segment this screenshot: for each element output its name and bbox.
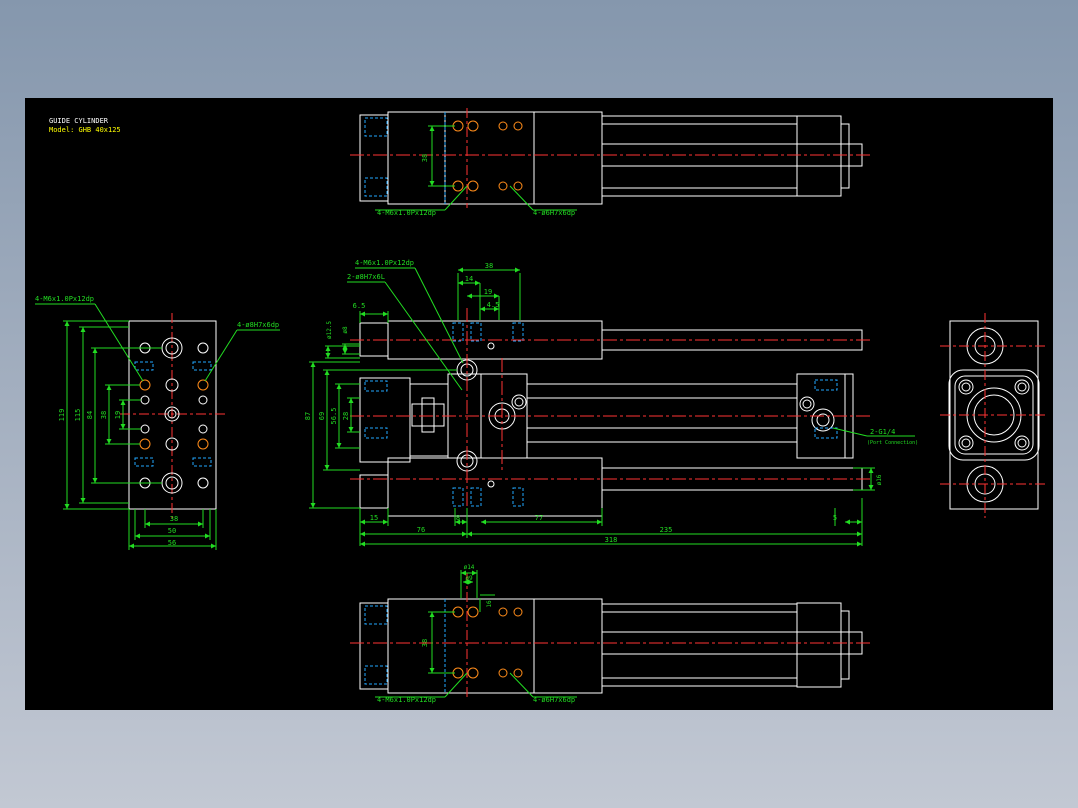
front-dim-318: 318	[605, 536, 618, 544]
top-pin-hole	[513, 121, 523, 131]
top-tap-callout: 4-M6x1.0Px12dp	[377, 209, 436, 217]
left-pin-hole	[197, 477, 209, 489]
left-tap-hole	[197, 379, 209, 391]
top-dim-38: 38	[421, 154, 429, 162]
port-note: (Port Connection)	[867, 440, 918, 446]
bottom-pin-hole	[513, 607, 523, 617]
front-dim-8: 8	[456, 514, 460, 522]
left-dim-56: 56	[168, 539, 176, 547]
left-dim-115: 115	[74, 409, 82, 422]
left-dim-50: 50	[168, 527, 176, 535]
left-pin-hole	[197, 342, 209, 354]
bottom-pin-callout: 4-ø6H7x6dp	[533, 696, 575, 704]
front-dim-77: 77	[535, 514, 543, 522]
front-fitting	[511, 394, 527, 410]
front-dim-4-5: 4.5	[487, 301, 500, 309]
front-dim-15: 15	[370, 514, 378, 522]
model-label: Model: GHB 40x125	[49, 126, 121, 134]
left-dim-19: 19	[114, 411, 122, 419]
bottom-dim-d9: ø9	[465, 575, 473, 582]
front-view: 4-M6x1.0Px12dp 2-ø8H7x6L 38 14 19 4.5 6.…	[304, 259, 918, 547]
bottom-pin-hole	[513, 668, 523, 678]
top-pin-hole	[498, 121, 508, 131]
left-tap-hole	[139, 379, 151, 391]
left-pin-callout: 4-ø8H7x6dp	[237, 321, 279, 329]
bottom-pin-hole	[498, 607, 508, 617]
front-dim-87: 87	[304, 412, 312, 420]
top-tap-hole	[467, 120, 479, 132]
top-tap-hole	[467, 180, 479, 192]
front-dim-d12-5: ø12.5	[326, 321, 333, 339]
front-dim-5: 5	[833, 514, 837, 522]
front-dim-56-5: 56.5	[330, 408, 338, 425]
front-dim-19: 19	[484, 288, 492, 296]
front-dim-6-5: 6.5	[353, 302, 366, 310]
front-tap-callout: 4-M6x1.0Px12dp	[355, 259, 414, 267]
front-dim-235: 235	[660, 526, 673, 534]
front-dim-28: 28	[342, 412, 350, 420]
top-pin-callout: 4-ø6H7x6dp	[533, 209, 575, 217]
top-pin-hole	[513, 181, 523, 191]
left-view: 4-M6x1.0Px12dp 4-ø8H7x6dp 119 115 84 38 …	[35, 295, 280, 550]
bottom-view: ø14 ø9 16 38 4-M6x1.0Px12dp 4-ø6H7x6dp	[350, 564, 870, 704]
title-block: GUIDE CYLINDER Model: GHB 40x125	[49, 117, 121, 134]
bottom-dim-d14: ø14	[464, 564, 475, 571]
left-dim-38-bottom: 38	[170, 515, 178, 523]
left-dim-119: 119	[58, 409, 66, 422]
left-tap-hole	[139, 438, 151, 450]
drawing-title: GUIDE CYLINDER	[49, 117, 109, 125]
front-dim-69: 69	[318, 412, 326, 420]
front-dim-d8: ø8	[342, 326, 349, 334]
bottom-tap-hole	[467, 667, 479, 679]
bottom-tap-hole	[467, 606, 479, 618]
right-view	[940, 313, 1047, 518]
left-dim-84: 84	[86, 411, 94, 419]
bottom-dim-38: 38	[421, 639, 429, 647]
front-dim-14: 14	[465, 275, 473, 283]
bottom-dim-16: 16	[486, 600, 493, 608]
left-dim-38: 38	[100, 411, 108, 419]
top-pin-hole	[498, 181, 508, 191]
top-view: 38 4-M6x1.0Px12dp 4-ø6H7x6dp	[350, 108, 870, 217]
bottom-pin-hole	[498, 668, 508, 678]
front-dim-76: 76	[417, 526, 425, 534]
left-tap-callout: 4-M6x1.0Px12dp	[35, 295, 94, 303]
front-pin-callout: 2-ø8H7x6L	[347, 273, 385, 281]
port-callout: 2-G1/4	[870, 428, 895, 436]
left-tap-hole	[197, 438, 209, 450]
bottom-tap-callout: 4-M6x1.0Px12dp	[377, 696, 436, 704]
front-dim-d16: ø16	[876, 474, 883, 485]
drawing-sheet: GUIDE CYLINDER Model: GHB 40x125 38 4-M6…	[25, 98, 1053, 710]
front-dim-38: 38	[485, 262, 493, 270]
